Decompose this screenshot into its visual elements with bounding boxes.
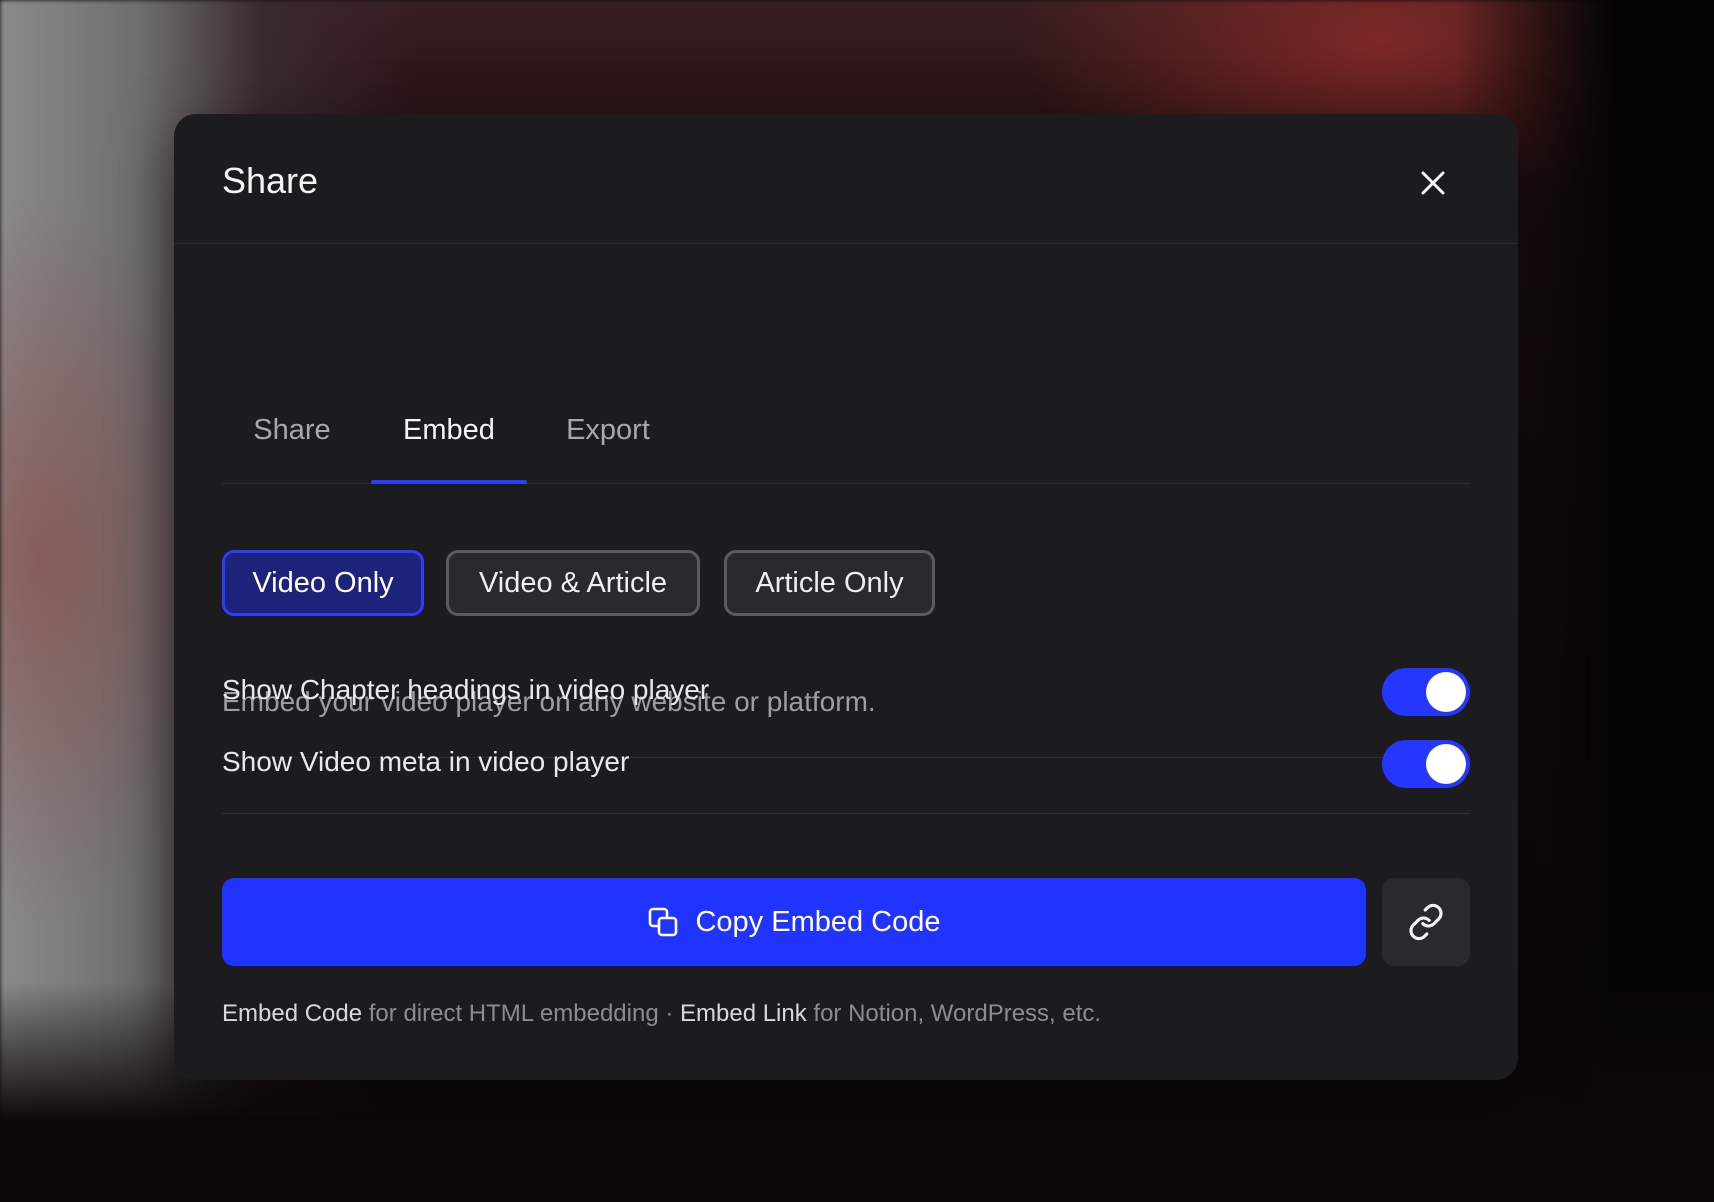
video-only-option[interactable]: Video Only: [222, 550, 424, 616]
embed-help-text: Embed Code for direct HTML embedding · E…: [222, 1000, 1101, 1028]
close-button[interactable]: [1410, 160, 1456, 206]
toggle-knob: [1426, 672, 1466, 712]
embed-code-description: for direct HTML embedding ·: [362, 1000, 680, 1027]
link-icon: [1409, 903, 1443, 941]
copy-embed-code-button[interactable]: Copy Embed Code: [222, 878, 1366, 966]
chapter-headings-toggle[interactable]: [1382, 668, 1470, 716]
copy-icon: [649, 907, 678, 937]
copy-embed-code-label: Copy Embed Code: [695, 905, 941, 938]
embed-code-term: Embed Code: [222, 1000, 363, 1027]
modal-title: Share: [222, 160, 319, 201]
article-only-option[interactable]: Article Only: [724, 550, 935, 616]
tab-bar: Share Embed Export: [222, 378, 1470, 484]
toggle-label-chapter-headings: Show Chapter headings in video player: [222, 674, 710, 705]
toggle-knob: [1426, 744, 1466, 784]
embed-link-description: for Notion, WordPress, etc.: [806, 1000, 1102, 1027]
embed-link-term: Embed Link: [680, 1000, 807, 1027]
video-meta-toggle[interactable]: [1382, 740, 1470, 788]
modal-header: Share: [174, 114, 1518, 244]
copy-embed-link-button[interactable]: [1382, 878, 1470, 966]
tab-embed[interactable]: Embed: [371, 378, 527, 484]
tab-export[interactable]: Export: [538, 378, 678, 482]
tab-share[interactable]: Share: [222, 378, 362, 482]
share-modal: Share Share Embed Export Video Only Vide…: [174, 114, 1518, 1080]
close-icon: [1421, 171, 1445, 195]
video-and-article-option[interactable]: Video & Article: [446, 550, 700, 616]
divider: [222, 813, 1470, 814]
toggle-label-video-meta: Show Video meta in video player: [222, 746, 630, 777]
